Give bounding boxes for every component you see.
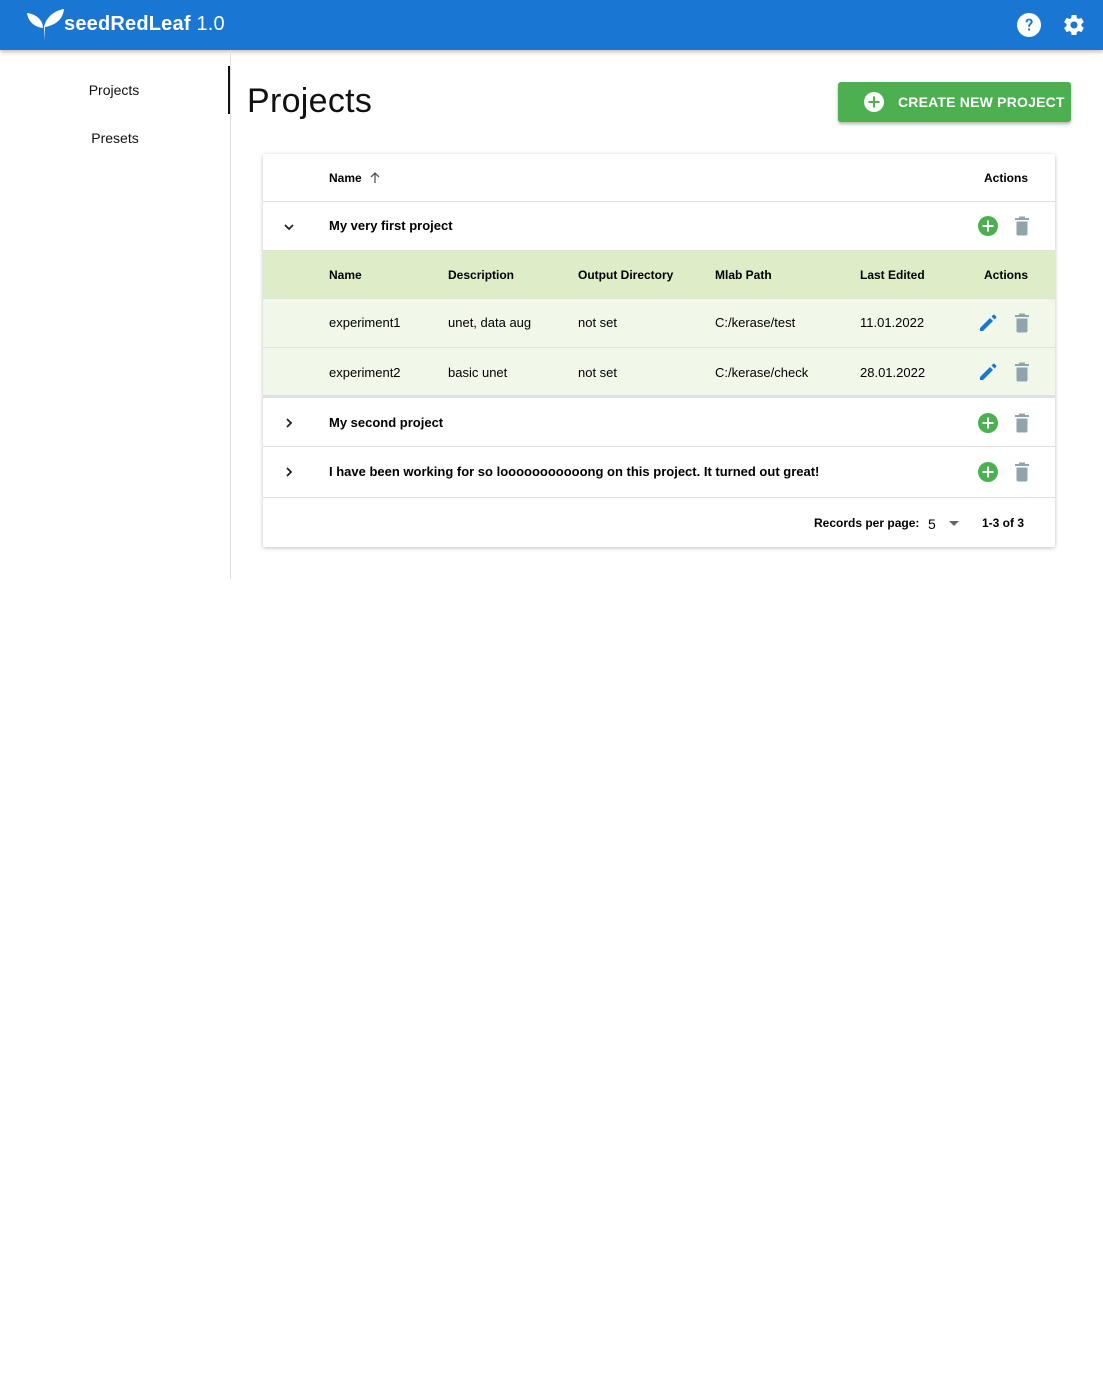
sidebar-item-label: Presets <box>91 130 139 146</box>
table-pagination: Records per page: 5 1-3 of 3 <box>263 498 1055 547</box>
column-header-name-label: Name <box>329 171 362 185</box>
app-bar: seedRedLeaf 1.0 <box>0 0 1103 50</box>
chevron-down-icon[interactable] <box>281 219 297 235</box>
delete-icon[interactable] <box>1011 461 1033 483</box>
app-name: seedRedLeaf <box>64 13 191 35</box>
gear-icon[interactable] <box>1062 13 1086 37</box>
caret-down-icon <box>949 521 959 526</box>
help-icon[interactable] <box>1017 13 1041 37</box>
project-name: My very first project <box>329 218 453 233</box>
experiment-output: not set <box>578 365 618 380</box>
add-experiment-icon[interactable] <box>977 215 999 237</box>
experiment-column-edited[interactable]: Last Edited <box>860 268 925 282</box>
experiment-mlab: C:/kerase/check <box>715 365 809 380</box>
table-row[interactable]: My second project <box>263 398 1055 447</box>
experiment-row[interactable]: experiment1 unet, data aug not set C:/ke… <box>263 299 1055 348</box>
table-row[interactable]: I have been working for so looooooooooon… <box>263 447 1055 498</box>
table-header-row: Name Actions <box>263 154 1055 202</box>
experiment-description: unet, data aug <box>448 315 532 330</box>
experiment-edited: 28.01.2022 <box>860 365 926 380</box>
project-name: My second project <box>329 415 444 430</box>
edit-icon[interactable] <box>977 361 999 383</box>
app-version: 1.0 <box>196 13 225 35</box>
create-new-project-button[interactable]: CREATE NEW PROJECT <box>838 82 1071 122</box>
delete-icon[interactable] <box>1011 361 1033 383</box>
leaf-logo-icon <box>27 9 64 41</box>
experiment-name: experiment1 <box>329 315 401 330</box>
page-title: Projects <box>247 82 373 120</box>
experiment-mlab: C:/kerase/test <box>715 315 796 330</box>
delete-icon[interactable] <box>1011 215 1033 237</box>
delete-icon[interactable] <box>1011 412 1033 434</box>
experiment-description: basic unet <box>448 365 508 380</box>
experiments-header-row: Name Description Output Directory Mlab P… <box>263 251 1055 299</box>
create-new-project-label: CREATE NEW PROJECT <box>898 94 1065 110</box>
column-header-actions: Actions <box>984 171 1029 185</box>
experiment-edited: 11.01.2022 <box>860 315 925 330</box>
edit-icon[interactable] <box>977 312 999 334</box>
chevron-right-icon[interactable] <box>281 464 297 480</box>
app-title: seedRedLeaf 1.0 <box>64 13 225 36</box>
sidebar-item-presets[interactable]: Presets <box>0 114 230 162</box>
records-per-page-select[interactable]: 5 <box>928 514 964 534</box>
column-header-name[interactable]: Name <box>329 171 381 185</box>
pagination-range: 1-3 of 3 <box>982 516 1025 530</box>
table-row[interactable]: My very first project <box>263 202 1055 251</box>
add-experiment-icon[interactable] <box>977 461 999 483</box>
records-per-page-value: 5 <box>928 516 936 532</box>
sidebar-item-label: Projects <box>88 82 140 98</box>
experiment-column-name[interactable]: Name <box>329 268 362 282</box>
experiment-column-mlab[interactable]: Mlab Path <box>715 268 772 282</box>
experiment-column-output[interactable]: Output Directory <box>578 268 673 282</box>
add-experiment-icon[interactable] <box>977 412 999 434</box>
delete-icon[interactable] <box>1011 312 1033 334</box>
experiment-row[interactable]: experiment2 basic unet not set C:/kerase… <box>263 348 1055 398</box>
sidebar: Projects Presets <box>0 50 231 579</box>
arrow-up-icon <box>370 172 380 183</box>
add-circle-icon <box>864 92 884 112</box>
chevron-right-icon[interactable] <box>281 415 297 431</box>
project-name: I have been working for so looooooooooon… <box>329 464 820 479</box>
sidebar-item-projects[interactable]: Projects <box>0 66 230 114</box>
experiment-name: experiment2 <box>329 365 401 380</box>
experiment-column-actions: Actions <box>984 268 1029 282</box>
records-per-page-label: Records per page: <box>814 516 920 530</box>
experiment-output: not set <box>578 315 618 330</box>
experiment-column-description[interactable]: Description <box>448 268 514 282</box>
projects-table: Name Actions My very first project Name … <box>263 154 1055 547</box>
